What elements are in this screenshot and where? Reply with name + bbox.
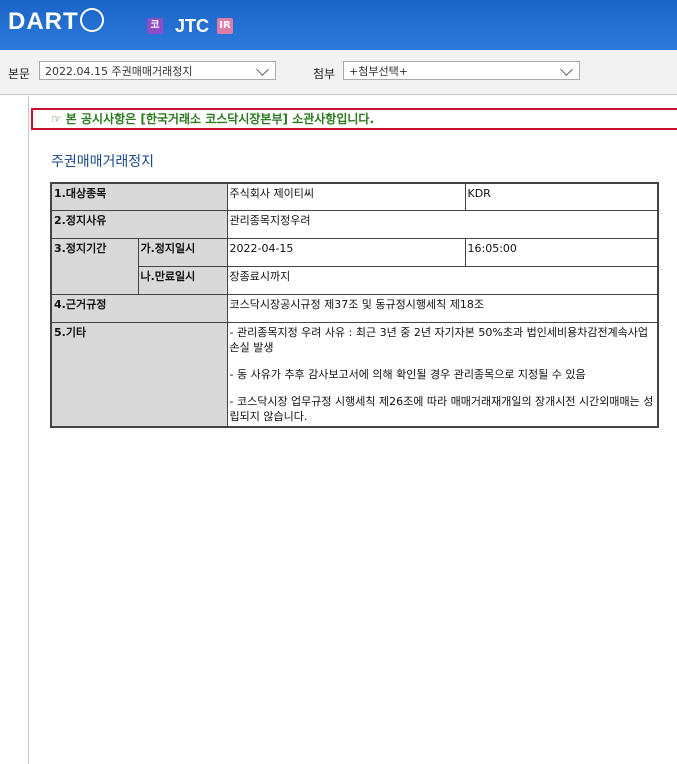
ir-badge[interactable]: IR (217, 18, 233, 34)
row-label: 5.기타 (50, 321, 228, 427)
disclosure-table: 1.대상종목 주식회사 제이티씨 KDR 2.정지사유 관리종목지정우려 3.정… (50, 182, 659, 428)
dart-logo[interactable]: DART (8, 7, 104, 36)
cell-value: KDR (464, 182, 659, 211)
logo-circle-icon (79, 7, 104, 32)
attach-select[interactable]: +첨부선택+ (343, 61, 580, 80)
row-label: 3.정지기간 (50, 237, 139, 295)
chevron-down-icon (560, 63, 573, 76)
logo-text: DART (8, 8, 79, 35)
notice-banner: ☞ 본 공시사항은 [한국거래소 코스닥시장본부] 소관사항입니다. (31, 108, 677, 130)
remark-line: - 관리종목지정 우려 사유 : 최근 3년 중 2년 자기자본 50%초과 법… (229, 325, 649, 354)
remark-line: - 코스닥시장 업무규정 시행세칙 제26조에 따라 매매거래재개일의 장개시전… (229, 394, 654, 423)
cell-value: 관리종목지정우려 (226, 209, 659, 239)
row-label: 1.대상종목 (50, 182, 228, 211)
table-row: 3.정지기간 가.정지일시 2022-04-15 16:05:00 (50, 237, 659, 295)
cell-value: 16:05:00 (464, 237, 659, 267)
body-label: 본문 (8, 67, 31, 81)
pointing-hand-icon: ☞ (51, 112, 62, 126)
row-sublabel: 가.정지일시 (137, 237, 228, 267)
cell-value: 2022-04-15 (226, 237, 466, 267)
cell-value: - 관리종목지정 우려 사유 : 최근 3년 중 2년 자기자본 50%초과 법… (226, 321, 659, 427)
attach-select-value: +첨부선택+ (349, 65, 408, 78)
document-title: 주권매매거래정지 (51, 154, 155, 170)
table-row: 4.근거규정 코스닥시장공시규정 제37조 및 동규정시행세칙 제18조 (50, 293, 659, 323)
kosdaq-badge: 코 (147, 18, 163, 34)
chevron-down-icon (256, 63, 269, 76)
cell-value: 장종료시까지 (226, 265, 659, 295)
table-row: 1.대상종목 주식회사 제이티씨 KDR (50, 182, 659, 211)
app-header: DART 코 JTC IR (0, 0, 677, 50)
body-select[interactable]: 2022.04.15 주권매매거래정지 (39, 61, 276, 80)
toolbar: 본문 2022.04.15 주권매매거래정지 첨부 +첨부선택+ (0, 50, 677, 95)
table-row: 5.기타 - 관리종목지정 우려 사유 : 최근 3년 중 2년 자기자본 50… (50, 321, 659, 427)
cell-value: 주식회사 제이티씨 (226, 182, 466, 211)
row-sublabel: 나.만료일시 (137, 265, 228, 295)
body-select-value: 2022.04.15 주권매매거래정지 (45, 65, 193, 78)
cell-value: 코스닥시장공시규정 제37조 및 동규정시행세칙 제18조 (226, 293, 659, 323)
company-name: JTC (175, 16, 210, 36)
table-row: 2.정지사유 관리종목지정우려 (50, 209, 659, 239)
attach-label: 첨부 (313, 67, 336, 81)
row-label: 4.근거규정 (50, 293, 228, 323)
notice-text: 본 공시사항은 [한국거래소 코스닥시장본부] 소관사항입니다. (65, 112, 375, 126)
table-row: 나.만료일시 장종료시까지 (51, 265, 659, 295)
remark-line: - 동 사유가 추후 감사보고서에 의해 확인될 경우 관리종목으로 지정될 수… (229, 367, 586, 381)
row-label: 2.정지사유 (50, 209, 228, 239)
document-viewer: ☞ 본 공시사항은 [한국거래소 코스닥시장본부] 소관사항입니다. 주권매매거래… (28, 96, 677, 764)
